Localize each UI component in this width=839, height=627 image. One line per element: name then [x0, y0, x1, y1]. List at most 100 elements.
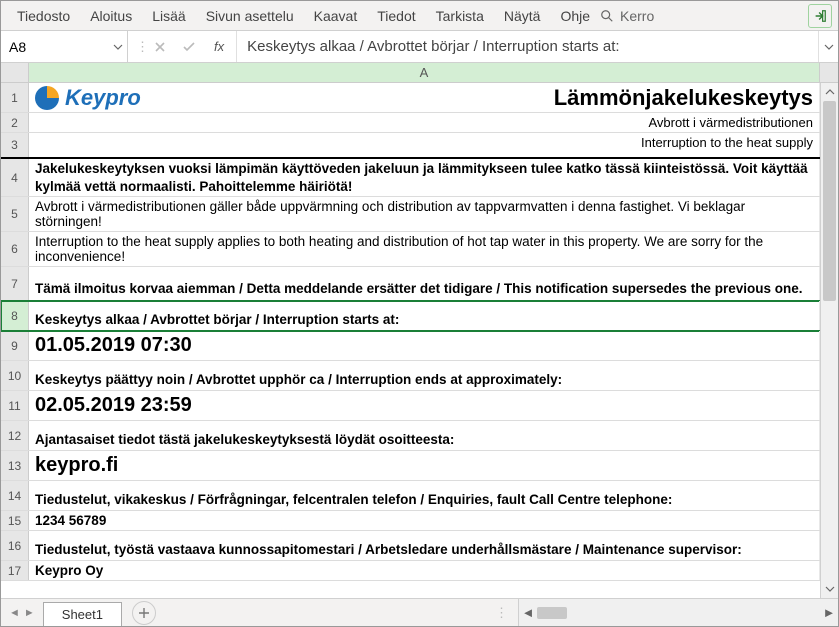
formula-controls: ⋮ fx — [128, 31, 237, 62]
ribbon-tab-file[interactable]: Tiedosto — [7, 2, 80, 30]
scroll-down-button[interactable] — [821, 580, 838, 598]
fx-label[interactable]: fx — [210, 39, 228, 54]
vertical-scrollbar[interactable] — [820, 83, 838, 598]
ribbon-tab-review[interactable]: Tarkista — [426, 2, 494, 30]
sheet-nav: ◄ ► — [1, 607, 43, 619]
row-5: 5 Avbrott i värmedistributionen gäller b… — [1, 197, 820, 232]
row-14: 14 Tiedustelut, vikakeskus / Förfrågning… — [1, 481, 820, 511]
formula-input[interactable] — [237, 31, 818, 62]
row-head-6[interactable]: 6 — [1, 232, 29, 266]
vscroll-track[interactable] — [821, 101, 838, 580]
cell-a16[interactable]: Tiedustelut, työstä vastaava kunnossapit… — [29, 531, 820, 560]
ribbon-tab-data[interactable]: Tiedot — [367, 2, 425, 30]
row-12: 12 Ajantasaiset tiedot tästä jakelukeske… — [1, 421, 820, 451]
cell-a2[interactable]: Avbrott i värmedistributionen — [29, 113, 820, 132]
row-head-4[interactable]: 4 — [1, 159, 29, 196]
name-box-dropdown[interactable] — [109, 42, 127, 52]
cell-a12[interactable]: Ajantasaiset tiedot tästä jakelukeskeyty… — [29, 421, 820, 450]
select-all-corner[interactable] — [1, 63, 29, 82]
cell-a1[interactable]: Keypro Lämmönjakelukeskeytys — [29, 83, 820, 112]
cell-a15[interactable]: 1234 56789 — [29, 511, 820, 530]
row-8: 8 Keskeytys alkaa / Avbrottet börjar / I… — [1, 301, 820, 331]
cell-a4[interactable]: Jakelukeskeytyksen vuoksi lämpimän käytt… — [29, 159, 820, 196]
doc-title: Lämmönjakelukeskeytys — [554, 85, 813, 111]
ribbon-tab-view[interactable]: Näytä — [494, 2, 551, 30]
row-10: 10 Keskeytys päättyy noin / Avbrottet up… — [1, 361, 820, 391]
enter-formula-button[interactable] — [182, 41, 204, 53]
row-1: 1 Keypro Lämmönjakelukeskeytys — [1, 83, 820, 113]
grid-body[interactable]: 1 Keypro Lämmönjakelukeskeytys 2 Avbrott… — [1, 83, 838, 598]
col-header-a[interactable]: A — [29, 63, 820, 82]
name-box[interactable] — [1, 31, 109, 62]
row-head-16[interactable]: 16 — [1, 531, 29, 560]
ribbon: Tiedosto Aloitus Lisää Sivun asettelu Ka… — [1, 1, 838, 31]
horizontal-scrollbar[interactable]: ◄ ► — [518, 599, 838, 626]
cell-a8[interactable]: Keskeytys alkaa / Avbrottet börjar / Int… — [29, 301, 820, 330]
scroll-up-button[interactable] — [821, 83, 838, 101]
grid: A 1 Keypro Lämmönjakelukeskeytys 2 Avbro… — [1, 63, 838, 598]
cell-a9[interactable]: 01.05.2019 07:30 — [29, 331, 820, 360]
brand-text: Keypro — [65, 85, 141, 111]
hscroll-track[interactable] — [537, 607, 820, 619]
tell-me-label: Kerro — [620, 8, 654, 24]
column-headers: A — [1, 63, 838, 83]
share-button[interactable] — [808, 4, 832, 28]
row-head-2[interactable]: 2 — [1, 113, 29, 132]
row-head-11[interactable]: 11 — [1, 391, 29, 420]
row-13: 13 keypro.fi — [1, 451, 820, 481]
add-sheet-button[interactable] — [132, 601, 156, 625]
ribbon-tab-formulas[interactable]: Kaavat — [304, 2, 368, 30]
row-15: 15 1234 56789 — [1, 511, 820, 531]
sheet-nav-prev[interactable]: ◄ — [9, 607, 20, 619]
row-3: 3 Interruption to the heat supply — [1, 133, 820, 159]
sheet-tab-bar: ◄ ► Sheet1 ⋮ ◄ ► — [1, 598, 838, 626]
row-6: 6 Interruption to the heat supply applie… — [1, 232, 820, 267]
vertical-dots-icon: ⋮ — [136, 39, 148, 55]
row-head-17[interactable]: 17 — [1, 561, 29, 580]
ribbon-tab-home[interactable]: Aloitus — [80, 2, 142, 30]
ribbon-tab-insert[interactable]: Lisää — [142, 2, 195, 30]
cell-a5[interactable]: Avbrott i värmedistributionen gäller båd… — [29, 197, 820, 231]
name-box-wrap — [1, 31, 128, 62]
row-11: 11 02.05.2019 23:59 — [1, 391, 820, 421]
hscroll-thumb[interactable] — [537, 607, 567, 619]
cell-a13[interactable]: keypro.fi — [29, 451, 820, 480]
row-2: 2 Avbrott i värmedistributionen — [1, 113, 820, 133]
vscroll-thumb[interactable] — [823, 101, 836, 301]
row-head-7[interactable]: 7 — [1, 267, 29, 300]
cancel-formula-button[interactable] — [154, 41, 176, 53]
row-head-9[interactable]: 9 — [1, 331, 29, 360]
cell-a6[interactable]: Interruption to the heat supply applies … — [29, 232, 820, 266]
scroll-right-button[interactable]: ► — [820, 605, 838, 620]
cell-a17[interactable]: Keypro Oy — [29, 561, 820, 580]
cell-a10[interactable]: Keskeytys päättyy noin / Avbrottet upphö… — [29, 361, 820, 390]
cell-a11[interactable]: 02.05.2019 23:59 — [29, 391, 820, 420]
formula-expand[interactable] — [818, 31, 838, 62]
cell-a7[interactable]: Tämä ilmoitus korvaa aiemman / Detta med… — [29, 267, 820, 300]
ribbon-tab-help[interactable]: Ohje — [550, 2, 600, 30]
row-head-3[interactable]: 3 — [1, 133, 29, 157]
sheet-tab-1[interactable]: Sheet1 — [43, 602, 122, 626]
tell-me[interactable]: Kerro — [600, 8, 654, 24]
row-head-5[interactable]: 5 — [1, 197, 29, 231]
formula-bar: ⋮ fx — [1, 31, 838, 63]
row-head-1[interactable]: 1 — [1, 83, 29, 112]
splitter-icon[interactable]: ⋮ — [487, 605, 518, 621]
cell-a14[interactable]: Tiedustelut, vikakeskus / Förfrågningar,… — [29, 481, 820, 510]
cell-a3[interactable]: Interruption to the heat supply — [29, 133, 820, 157]
scroll-left-button[interactable]: ◄ — [519, 605, 537, 620]
row-4: 4 Jakelukeskeytyksen vuoksi lämpimän käy… — [1, 159, 820, 197]
sheet-nav-next[interactable]: ► — [24, 607, 35, 619]
row-16: 16 Tiedustelut, työstä vastaava kunnossa… — [1, 531, 820, 561]
brand-logo-icon — [35, 86, 59, 110]
row-head-14[interactable]: 14 — [1, 481, 29, 510]
row-head-10[interactable]: 10 — [1, 361, 29, 390]
search-icon — [600, 9, 614, 23]
row-head-13[interactable]: 13 — [1, 451, 29, 480]
row-head-12[interactable]: 12 — [1, 421, 29, 450]
brand: Keypro — [35, 85, 141, 111]
ribbon-tab-pagelayout[interactable]: Sivun asettelu — [196, 2, 304, 30]
row-head-15[interactable]: 15 — [1, 511, 29, 530]
row-head-8[interactable]: 8 — [1, 301, 29, 330]
row-17: 17 Keypro Oy — [1, 561, 820, 581]
